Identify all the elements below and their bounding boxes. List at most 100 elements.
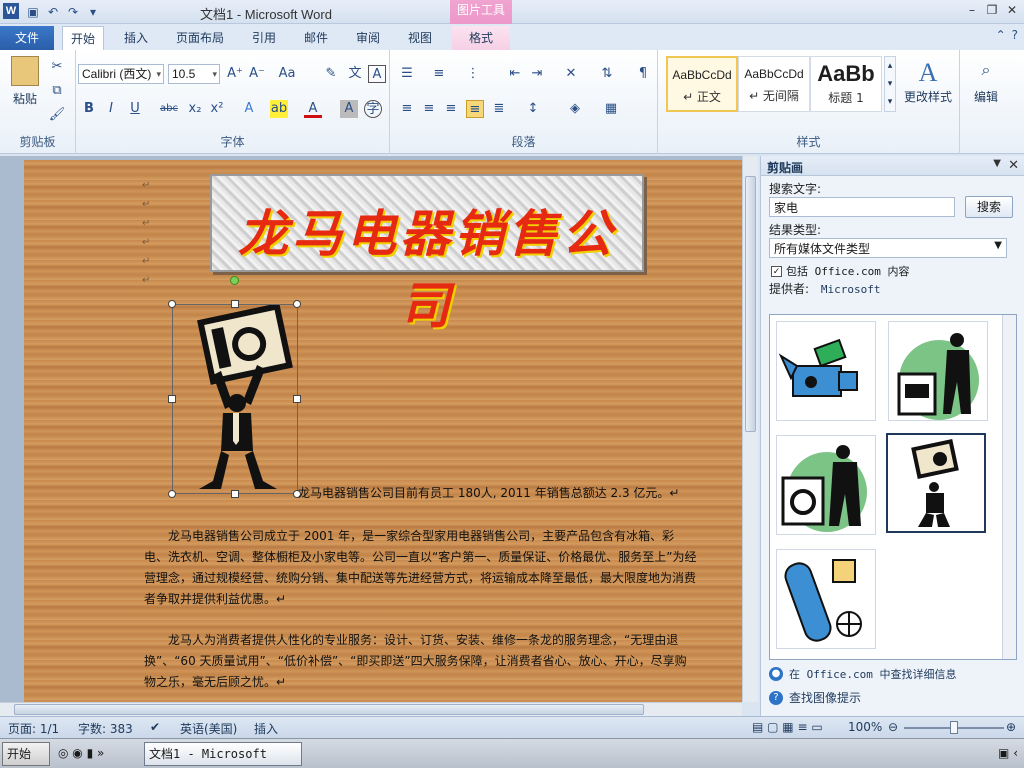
chinese-layout-icon[interactable]: ✕ bbox=[562, 65, 580, 83]
zoom-slider-knob[interactable] bbox=[950, 721, 958, 734]
strikethrough-icon[interactable]: abc bbox=[160, 100, 178, 118]
font-name-combo[interactable]: Calibri (西文) ▾ bbox=[78, 64, 164, 84]
format-painter-icon[interactable]: 🖌 bbox=[48, 106, 66, 124]
justify-icon[interactable]: ≡ bbox=[466, 100, 484, 118]
pane-close-icon[interactable]: ✕ bbox=[1008, 158, 1019, 173]
document-page[interactable]: ↵ ↵ ↵ ↵ ↵ ↵ 龙马电器销售公司 龙马电器销售公司目前有员工 180人,… bbox=[24, 160, 742, 702]
enclose-char-icon[interactable]: 字 bbox=[364, 100, 382, 118]
phonetic-guide-icon[interactable]: 文 bbox=[346, 65, 364, 83]
highlight-icon[interactable]: ab bbox=[270, 100, 288, 118]
rotate-handle[interactable] bbox=[230, 276, 239, 285]
save-icon[interactable]: ▣ bbox=[24, 3, 42, 21]
style-heading-1[interactable]: AaBb 标题 1 bbox=[810, 56, 882, 112]
help-icon[interactable]: ? bbox=[1012, 28, 1018, 42]
copy-icon[interactable]: ⧉ bbox=[48, 82, 66, 100]
results-scrollbar[interactable] bbox=[1002, 315, 1016, 659]
char-border-icon[interactable]: A bbox=[368, 65, 386, 83]
decrease-indent-icon[interactable]: ⇤ bbox=[506, 65, 524, 83]
horizontal-scroll-thumb[interactable] bbox=[14, 704, 644, 715]
start-button[interactable]: 开始 bbox=[2, 742, 50, 766]
taskbar-word-button[interactable]: 文档1 - Microsoft Word bbox=[144, 742, 302, 766]
text-effects-icon[interactable]: A bbox=[240, 100, 258, 118]
style-normal[interactable]: AaBbCcDd ↵ 正文 bbox=[666, 56, 738, 112]
clipart-washer-repairman[interactable] bbox=[776, 435, 876, 535]
resize-handle-l[interactable] bbox=[168, 395, 176, 403]
styles-scroll-buttons[interactable]: ▴ ▾ ▾ bbox=[884, 56, 896, 112]
shrink-font-icon[interactable]: A⁻ bbox=[248, 65, 266, 83]
tab-insert[interactable]: 插入 bbox=[116, 26, 156, 50]
tab-references[interactable]: 引用 bbox=[244, 26, 284, 50]
align-left-icon[interactable]: ≡ bbox=[398, 100, 416, 118]
change-styles-button[interactable]: A 更改样式 bbox=[900, 58, 956, 105]
wordart-banner[interactable]: 龙马电器销售公司 bbox=[210, 174, 644, 335]
tab-home[interactable]: 开始 bbox=[62, 26, 105, 51]
change-case-icon[interactable]: Aa bbox=[278, 65, 296, 83]
subscript-icon[interactable]: x₂ bbox=[186, 100, 204, 118]
search-input[interactable]: 家电 bbox=[769, 197, 955, 217]
horizontal-scrollbar[interactable] bbox=[0, 702, 742, 716]
clear-format-icon[interactable]: ✎ bbox=[322, 65, 340, 83]
paste-button[interactable]: 粘贴 bbox=[6, 56, 44, 107]
redo-icon[interactable]: ↷ bbox=[64, 3, 82, 21]
grow-font-icon[interactable]: A⁺ bbox=[226, 65, 244, 83]
char-shading-icon[interactable]: A bbox=[340, 100, 358, 118]
resize-handle-bl[interactable] bbox=[168, 490, 176, 498]
selected-picture[interactable] bbox=[168, 300, 301, 498]
resize-handle-tl[interactable] bbox=[168, 300, 176, 308]
include-office-checkbox[interactable]: ✓ 包括 Office.com 内容 bbox=[771, 263, 909, 279]
office-link[interactable]: ● 在 Office.com 中查找详细信息 bbox=[769, 666, 956, 682]
zoom-level[interactable]: 100% bbox=[848, 720, 882, 734]
distributed-icon[interactable]: ≣ bbox=[490, 100, 508, 118]
underline-icon[interactable]: U bbox=[126, 100, 144, 118]
tab-mailings[interactable]: 邮件 bbox=[296, 26, 336, 50]
italic-icon[interactable]: I bbox=[102, 100, 120, 118]
clipart-video-camera[interactable] bbox=[776, 321, 876, 421]
close-icon[interactable]: ✕ bbox=[1004, 2, 1020, 18]
tab-view[interactable]: 视图 bbox=[400, 26, 440, 50]
view-buttons[interactable]: ▤ ▢ ▦ ≡ ▭ bbox=[752, 720, 823, 734]
pane-options-icon[interactable]: ▼ bbox=[993, 158, 1001, 169]
result-type-select[interactable]: 所有媒体文件类型 ▼ bbox=[769, 238, 1007, 258]
increase-indent-icon[interactable]: ⇥ bbox=[528, 65, 546, 83]
word-count[interactable]: 字数: 383 bbox=[78, 720, 133, 737]
zoom-out-icon[interactable]: ⊖ bbox=[888, 720, 898, 734]
bullets-icon[interactable]: ☰ bbox=[398, 65, 416, 83]
restore-icon[interactable]: ❐ bbox=[984, 2, 1000, 18]
proofing-icon[interactable]: ✔ bbox=[150, 720, 160, 734]
font-size-combo[interactable]: 10.5 ▾ bbox=[168, 64, 220, 84]
minimize-icon[interactable]: – bbox=[964, 2, 980, 18]
quicklaunch-icons[interactable]: ◎ ◉ ▮ » bbox=[58, 746, 104, 760]
show-marks-icon[interactable]: ¶ bbox=[634, 65, 652, 83]
superscript-icon[interactable]: x² bbox=[208, 100, 226, 118]
align-center-icon[interactable]: ≡ bbox=[420, 100, 438, 118]
search-button[interactable]: 搜索 bbox=[965, 196, 1013, 218]
customize-icon[interactable]: ▾ bbox=[84, 3, 102, 21]
image-tips-link[interactable]: ? 查找图像提示 bbox=[769, 689, 861, 706]
resize-handle-r[interactable] bbox=[293, 395, 301, 403]
resize-handle-b[interactable] bbox=[231, 490, 239, 498]
undo-icon[interactable]: ↶ bbox=[44, 3, 62, 21]
tab-file[interactable]: 文件 bbox=[0, 26, 54, 50]
resize-handle-t[interactable] bbox=[231, 300, 239, 308]
vertical-scroll-thumb[interactable] bbox=[745, 176, 756, 432]
style-no-spacing[interactable]: AaBbCcDd ↵ 无间隔 bbox=[738, 56, 810, 112]
resize-handle-tr[interactable] bbox=[293, 300, 301, 308]
clipart-stove-repairman[interactable] bbox=[888, 321, 988, 421]
language[interactable]: 英语(美国) bbox=[180, 720, 237, 737]
tab-format[interactable]: 格式 bbox=[452, 26, 510, 50]
page-count[interactable]: 页面: 1/1 bbox=[8, 720, 59, 737]
sort-icon[interactable]: ⇅ bbox=[598, 65, 616, 83]
align-right-icon[interactable]: ≡ bbox=[442, 100, 460, 118]
bold-icon[interactable]: B bbox=[80, 100, 98, 118]
multilevel-list-icon[interactable]: ⋮ bbox=[464, 65, 482, 83]
cut-icon[interactable]: ✂ bbox=[48, 58, 66, 76]
line-spacing-icon[interactable]: ↕ bbox=[524, 100, 542, 118]
clipart-remote-control[interactable] bbox=[776, 549, 876, 649]
vertical-scrollbar[interactable] bbox=[742, 156, 758, 702]
zoom-in-icon[interactable]: ⊕ bbox=[1006, 720, 1016, 734]
clipart-man-lifting-appliance[interactable] bbox=[886, 433, 986, 533]
system-tray[interactable]: ▣ ‹ bbox=[998, 746, 1018, 760]
font-color-icon[interactable]: A bbox=[304, 100, 322, 118]
insert-mode[interactable]: 插入 bbox=[254, 720, 278, 737]
tab-review[interactable]: 审阅 bbox=[348, 26, 388, 50]
